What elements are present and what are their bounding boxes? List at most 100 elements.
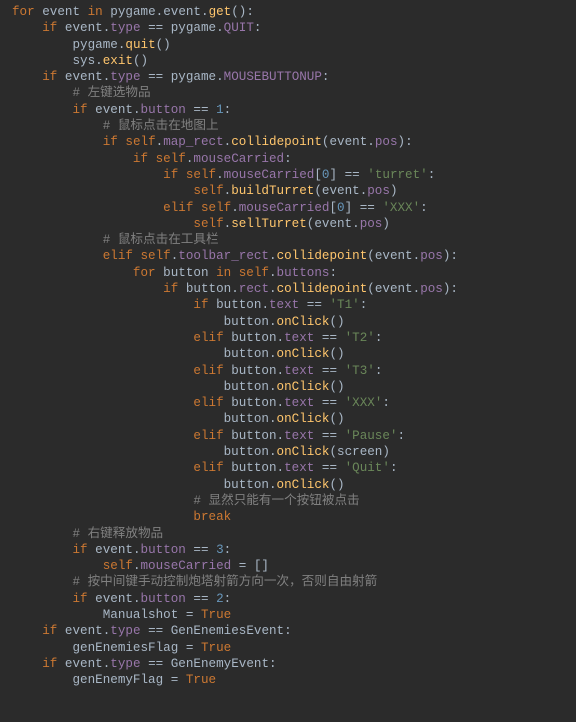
token-op: . [269,282,277,296]
token-op: . [133,559,141,573]
token-op: . [216,168,224,182]
token-id: button [224,412,269,426]
token-id: pygame [110,5,155,19]
token-op [12,461,193,475]
token-op: ( [367,282,375,296]
token-kw: self [141,249,171,263]
token-op: () [329,315,344,329]
code-line: self.buildTurret(event.pos) [12,184,398,198]
token-kw: if [72,543,95,557]
token-id: button [231,396,276,410]
token-id: sys [72,54,95,68]
token-op [12,152,133,166]
code-line: self.sellTurret(event.pos) [12,217,390,231]
token-op: . [269,315,277,329]
token-op: . [367,135,375,149]
token-attr: text [284,331,314,345]
token-id: pygame [171,70,216,84]
token-attr: pos [367,184,390,198]
code-line: elif button.text == 'Quit': [12,461,398,475]
token-op: : [269,657,277,671]
token-attr: mouseCarried [193,152,284,166]
token-cmt: # 左键选物品 [72,86,150,100]
code-line: if event.type == GenEnemiesEvent: [12,624,292,638]
token-op: () [329,478,344,492]
token-op [12,543,72,557]
token-kw: if [72,592,95,606]
token-attr: button [141,592,186,606]
token-op [12,641,72,655]
token-num: 0 [337,201,345,215]
token-attr: text [284,429,314,443]
token-op: = [178,608,201,622]
token-cmt: # 右键释放物品 [72,527,163,541]
token-op [12,624,42,638]
token-op: : [428,168,436,182]
token-attr: pos [360,217,383,231]
token-kw: if [72,103,95,117]
code-line: if self.mouseCarried: [12,152,292,166]
token-op: . [269,266,277,280]
token-op: : [329,266,337,280]
token-op: : [375,364,383,378]
token-kw: self [103,559,133,573]
token-op [12,592,72,606]
token-cmt: # 显然只能有一个按钮被点击 [193,494,359,508]
code-line: if self.mouseCarried[0] == 'turret': [12,168,435,182]
token-op: ] == [329,168,367,182]
token-str: 'Pause' [345,429,398,443]
token-op [12,54,72,68]
token-op [12,364,193,378]
token-id: event [65,70,103,84]
token-op: . [133,103,141,117]
token-id: pygame [72,38,117,52]
token-attr: type [110,70,140,84]
code-line: if event.type == pygame.MOUSEBUTTONUP: [12,70,329,84]
token-kw: True [186,673,216,687]
token-op: . [95,54,103,68]
code-line: if button.text == 'T1': [12,298,367,312]
token-op [12,282,163,296]
token-op: () [329,380,344,394]
token-op: . [261,298,269,312]
code-line: if event.button == 1: [12,103,231,117]
token-num: 2 [216,592,224,606]
token-cmt: # 鼠标点击在地图上 [103,119,219,133]
token-op: () [329,412,344,426]
token-fn: onClick [277,315,330,329]
token-id: event [42,5,87,19]
token-op [12,249,103,263]
token-op: == [186,543,216,557]
token-str: 'Quit' [345,461,390,475]
code-line: if button.rect.collidepoint(event.pos): [12,282,458,296]
token-op: [ [314,168,322,182]
token-attr: button [141,543,186,557]
token-op: . [269,478,277,492]
token-num: 1 [216,103,224,117]
token-op: : [420,201,428,215]
token-op: . [133,592,141,606]
token-kw: break [193,510,231,524]
token-op: : [382,396,390,410]
token-kw: in [216,266,239,280]
token-op: ( [367,249,375,263]
token-id: button [224,445,269,459]
token-id: button [231,429,276,443]
code-line: button.onClick() [12,347,345,361]
token-fn: collidepoint [277,282,368,296]
token-kw: self [193,217,223,231]
token-op: . [231,282,239,296]
token-kw: elif [193,396,231,410]
token-op: ) [382,217,390,231]
code-line: elif self.mouseCarried[0] == 'XXX': [12,201,428,215]
token-op: ): [443,249,458,263]
token-op: . [269,380,277,394]
token-op: . [277,331,285,345]
code-line: sys.exit() [12,54,148,68]
code-line: if event.button == 3: [12,543,231,557]
token-op: () [156,38,171,52]
token-op: = [178,641,201,655]
token-op: ( [314,184,322,198]
token-kw: if [163,282,186,296]
token-op: : [284,624,292,638]
